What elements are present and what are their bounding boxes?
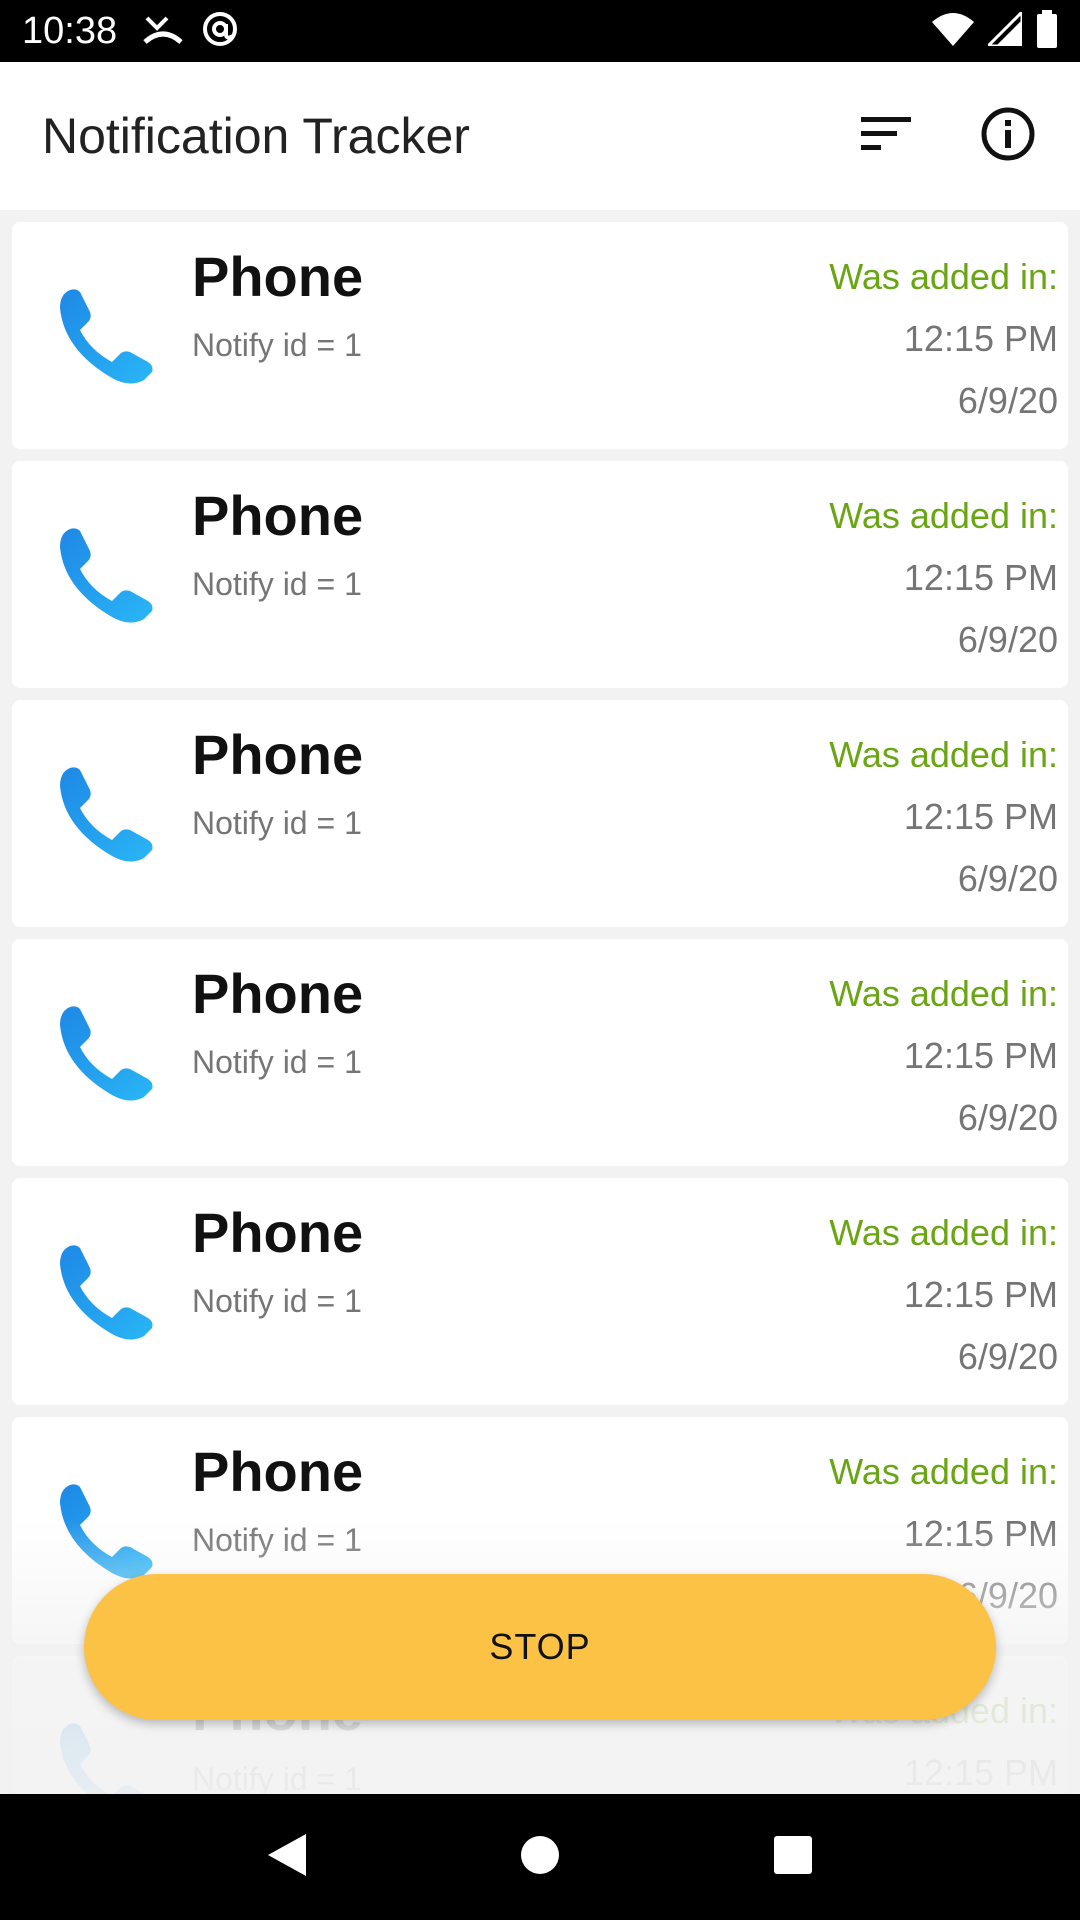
signal-icon [984,7,1024,51]
phone-icon [52,758,162,868]
sort-icon [861,115,911,158]
notification-date: 6/9/20 [957,1336,1058,1377]
info-button[interactable] [978,106,1038,166]
home-icon [520,1835,560,1880]
notification-detail: Notify id = 1 [192,1761,362,1794]
status-bar: 10:38 [0,0,1080,62]
app-bar: Notification Tracker [0,62,1080,210]
back-icon [266,1832,308,1883]
notification-app-name: Phone [192,484,364,547]
notification-time: 12:15 PM [903,1513,1058,1554]
status-left-icons [143,10,239,53]
notification-time: 12:15 PM [903,1752,1058,1793]
notification-added-label: Was added in: [829,973,1058,1014]
phone-icon [52,519,162,629]
notification-added-label: Was added in: [829,495,1058,536]
notification-app-name: Phone [192,1201,364,1264]
notification-detail: Notify id = 1 [192,805,362,841]
notification-time: 12:15 PM [903,318,1058,359]
notification-added-label: Was added in: [829,734,1058,775]
notification-added-label: Was added in: [829,256,1058,297]
sort-button[interactable] [856,106,916,166]
phone-icon [52,1236,162,1346]
notification-card[interactable]: Phone Notify id = 1 Was added in: 12:15 PM 6… [12,461,1068,688]
notification-time: 12:15 PM [903,1035,1058,1076]
at-sign-icon [201,10,239,53]
phone-icon [52,1714,162,1794]
phone-icon [52,1475,162,1585]
notification-date: 6/9/20 [957,619,1058,660]
battery-icon [1036,9,1058,53]
notification-detail: Notify id = 1 [192,566,362,602]
notification-card[interactable]: Phone Notify id = 1 Was added in: 12:15 PM 6… [12,222,1068,449]
notification-detail: Notify id = 1 [192,1522,362,1558]
back-button[interactable] [257,1827,317,1887]
notification-detail: Notify id = 1 [192,1044,362,1080]
status-time: 10:38 [22,9,118,52]
screen: 10:38 Notification Tracker Phone Notify … [0,0,1080,1920]
missed-call-icon [143,12,183,51]
notification-time: 12:15 PM [903,557,1058,598]
recents-button[interactable] [763,1827,823,1887]
notification-time: 12:15 PM [903,1274,1058,1315]
wifi-icon [932,12,974,51]
info-icon [980,106,1036,167]
app-title: Notification Tracker [42,108,470,164]
notification-time: 12:15 PM [903,796,1058,837]
phone-icon [52,280,162,390]
recents-icon [773,1835,813,1880]
home-button[interactable] [510,1827,570,1887]
stop-button[interactable]: STOP [84,1574,996,1720]
notification-card[interactable]: Phone Notify id = 1 Was added in: 12:15 PM 6… [12,700,1068,927]
notification-date: 6/9/20 [957,858,1058,899]
notification-detail: Notify id = 1 [192,1283,362,1319]
app-actions [856,106,1080,166]
notification-app-name: Phone [192,245,364,308]
status-right-icons [932,7,1058,53]
notification-added-label: Was added in: [829,1212,1058,1253]
notification-app-name: Phone [192,962,364,1025]
notification-detail: Notify id = 1 [192,327,362,363]
notification-card[interactable]: Phone Notify id = 1 Was added in: 12:15 PM 6… [12,1178,1068,1405]
notification-list[interactable]: Phone Notify id = 1 Was added in: 12:15 PM 6… [0,210,1080,1794]
nav-bar [0,1794,1080,1920]
phone-icon [52,997,162,1107]
notification-date: 6/9/20 [957,1097,1058,1138]
notification-app-name: Phone [192,723,364,786]
notification-card[interactable]: Phone Notify id = 1 Was added in: 12:15 PM 6… [12,939,1068,1166]
notification-app-name: Phone [192,1440,364,1503]
notification-added-label: Was added in: [829,1451,1058,1492]
notification-date: 6/9/20 [957,380,1058,421]
stop-button-label: STOP [489,1626,591,1667]
